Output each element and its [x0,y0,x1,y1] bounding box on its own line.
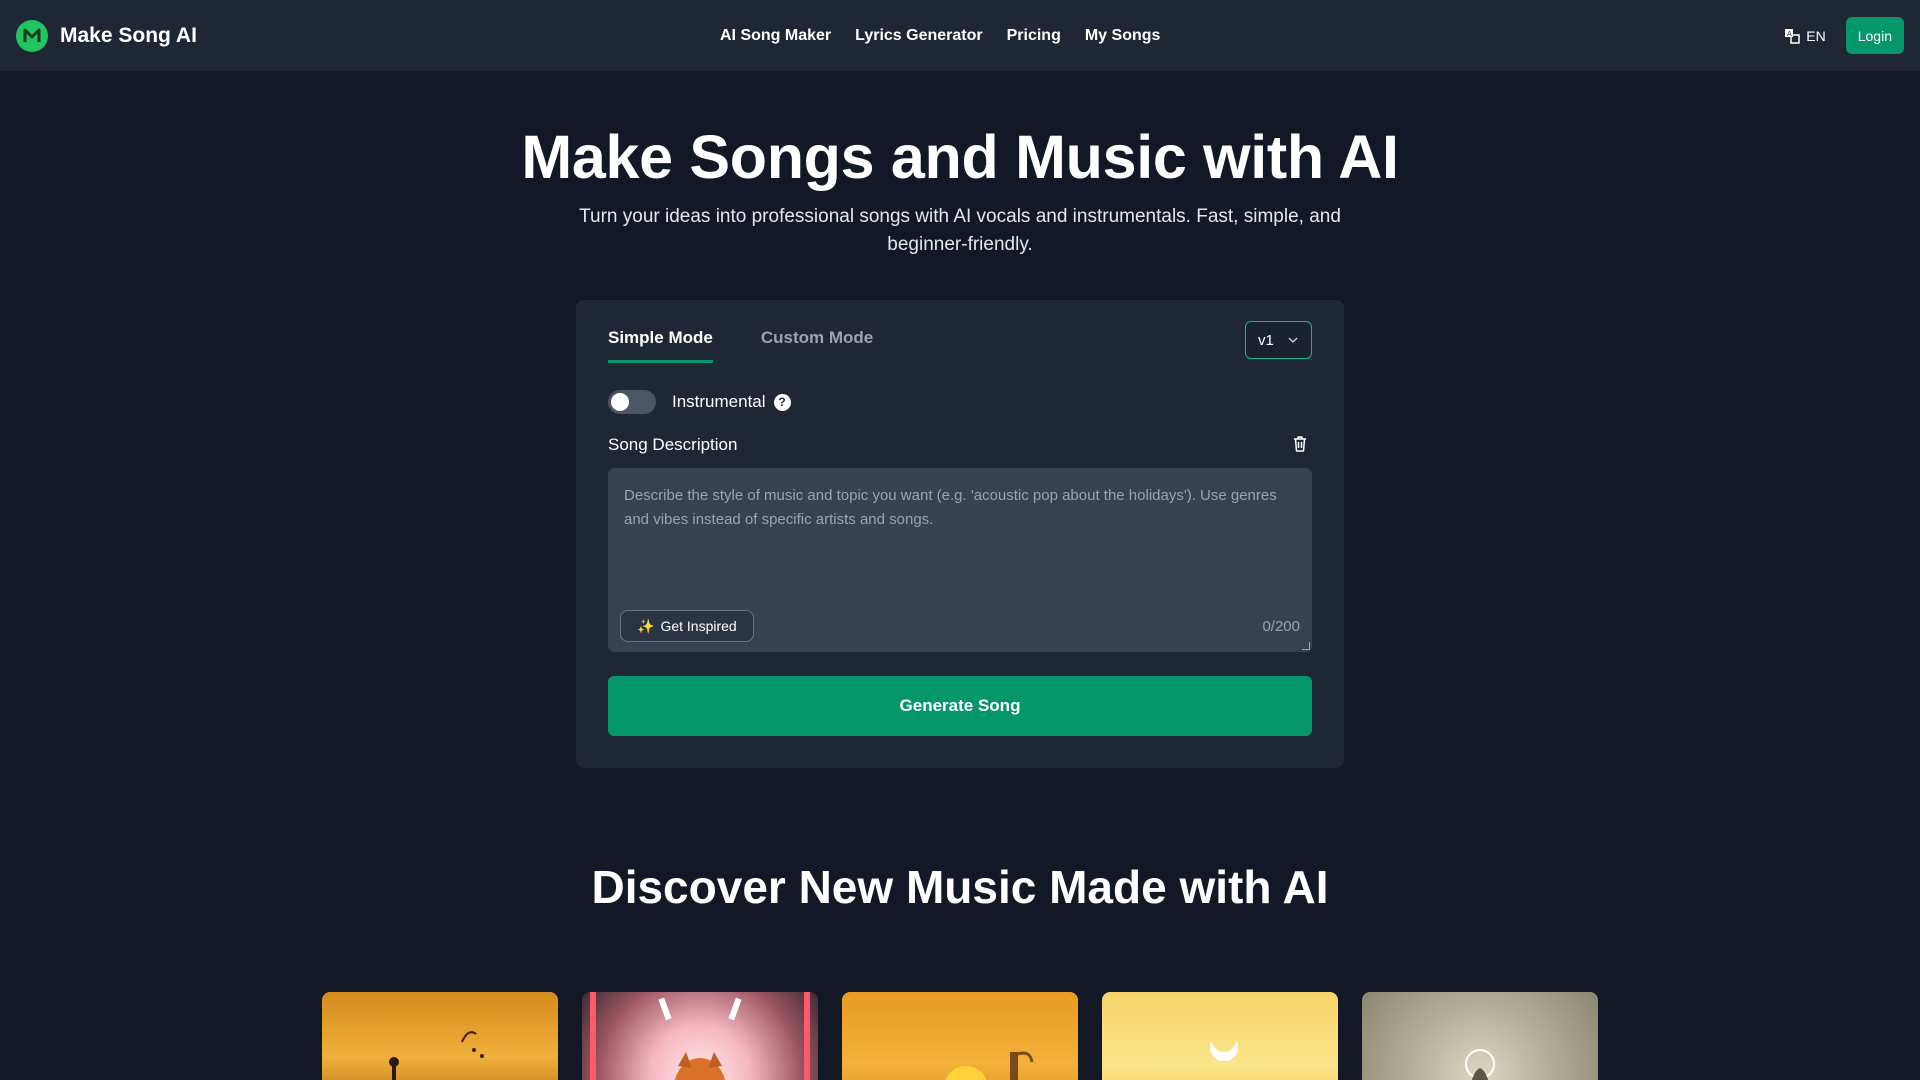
instrumental-label: Instrumental [672,392,766,411]
header-actions: A EN Login [1784,0,1904,71]
help-icon[interactable]: ? [773,393,791,411]
version-select[interactable]: v1 [1245,321,1312,359]
tab-simple-mode[interactable]: Simple Mode [608,328,713,363]
character-counter: 0/200 [1262,618,1300,635]
brand-logo-icon [16,19,48,52]
instrumental-toggle[interactable] [608,390,656,414]
thumb-sunset-guitar[interactable] [842,992,1078,1080]
nav-my-songs[interactable]: My Songs [1085,27,1161,45]
discover-gallery [322,992,1598,1080]
description-placeholder: Describe the style of music and topic yo… [624,487,1277,528]
brand-name: Make Song AI [60,23,197,47]
instrumental-row: Instrumental ? [608,390,791,414]
get-inspired-label: Get Inspired [660,618,737,634]
top-navbar: Make Song AI AI Song Maker Lyrics Genera… [0,0,1920,71]
discover-title: Discover New Music Made with AI [591,861,1329,913]
resize-handle[interactable] [1302,642,1310,650]
sparkles-icon: ✨ [637,617,655,634]
tab-custom-mode[interactable]: Custom Mode [761,328,873,363]
translate-icon: A [1785,28,1801,44]
song-generator-card: Simple Mode Custom Mode v1 Instrumental … [576,300,1344,768]
page-subtitle: Turn your ideas into professional songs … [579,206,1341,255]
brand-home-link[interactable]: Make Song AI [16,19,197,52]
toggle-knob [611,393,629,411]
nav-pricing[interactable]: Pricing [1007,27,1061,45]
mode-tabs: Simple Mode Custom Mode [608,328,873,363]
song-description-input[interactable]: Describe the style of music and topic yo… [608,468,1312,652]
trash-icon[interactable] [1292,435,1308,458]
generate-song-button[interactable]: Generate Song [608,676,1312,736]
language-switcher[interactable]: A EN [1784,27,1826,44]
thumb-sunset-musician[interactable] [322,992,558,1080]
thumb-cat-neon[interactable] [582,992,818,1080]
thumb-moon-figure[interactable] [1102,992,1338,1080]
login-button[interactable]: Login [1845,17,1904,54]
version-value: v1 [1258,331,1274,349]
song-description-label: Song Description [608,435,738,454]
svg-text:A: A [1787,30,1792,38]
page-title: Make Songs and Music with AI [521,123,1399,191]
nav-lyrics-generator[interactable]: Lyrics Generator [855,27,982,45]
thumb-bell-figure[interactable] [1362,992,1598,1080]
language-label: EN [1806,27,1826,44]
main-nav: AI Song Maker Lyrics Generator Pricing M… [720,0,1160,71]
chevron-down-icon [1288,337,1298,343]
get-inspired-button[interactable]: ✨ Get Inspired [620,610,754,642]
nav-ai-song-maker[interactable]: AI Song Maker [720,27,831,45]
